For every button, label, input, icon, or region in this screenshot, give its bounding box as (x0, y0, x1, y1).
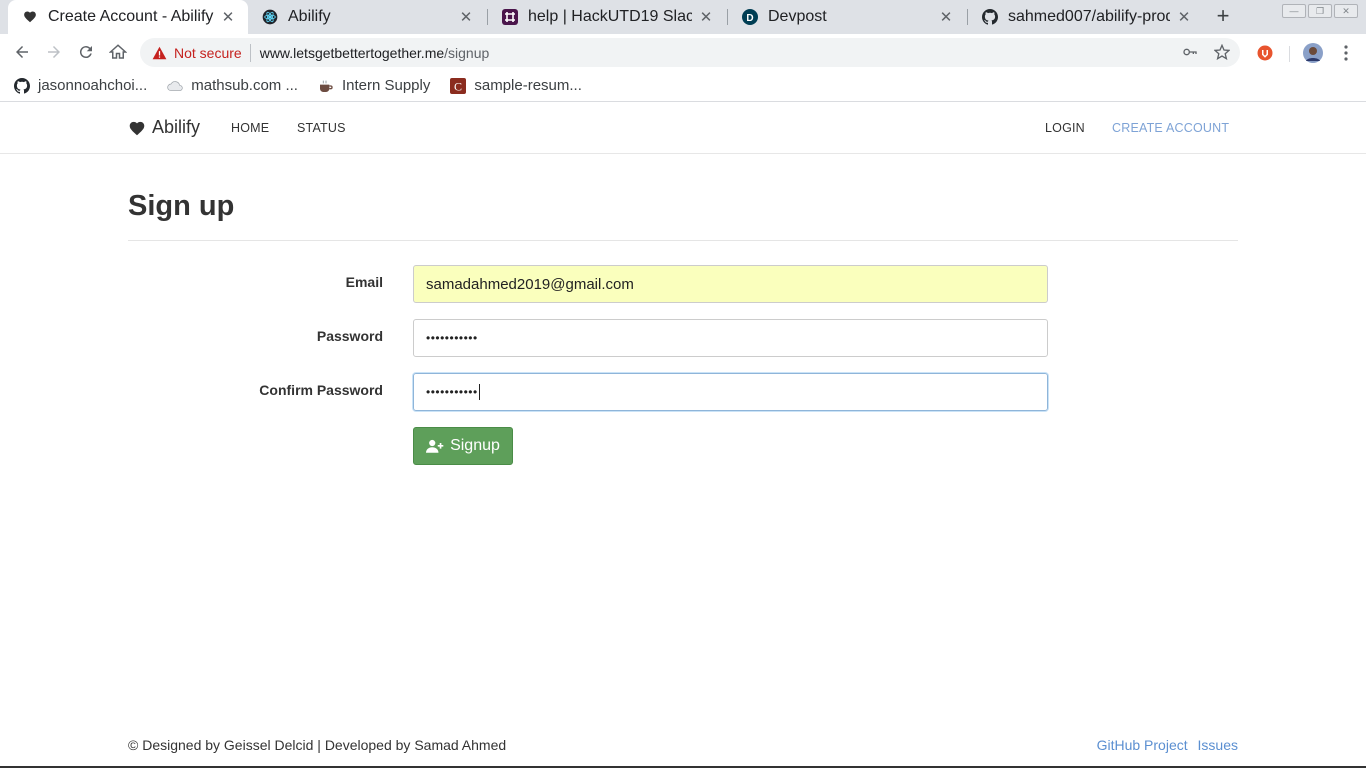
warning-icon (152, 45, 168, 61)
close-tab-icon[interactable]: ✕ (698, 8, 714, 26)
tab-slack[interactable]: help | HackUTD19 Slack ✕ (488, 0, 726, 34)
site-navbar: Abilify HOME STATUS LOGIN CREATE ACCOUNT (0, 103, 1366, 154)
confirm-password-field[interactable]: ••••••••••• (413, 373, 1048, 411)
devpost-favicon-icon: D (742, 9, 758, 25)
github-favicon-icon (982, 9, 998, 25)
user-plus-icon (426, 439, 444, 453)
heart-icon (129, 121, 145, 135)
email-field[interactable]: samadahmed2019@gmail.com (413, 265, 1048, 303)
text-caret (478, 384, 480, 400)
email-label: Email (345, 274, 383, 290)
forward-button[interactable] (43, 41, 65, 63)
signup-button[interactable]: Signup (413, 427, 513, 465)
nav-home-link[interactable]: HOME (231, 121, 269, 135)
close-tab-icon[interactable]: ✕ (1176, 8, 1192, 26)
c-logo-icon: C (450, 77, 467, 94)
reload-icon (79, 46, 92, 59)
new-tab-button[interactable]: + (1212, 5, 1234, 27)
title-divider (128, 240, 1238, 241)
bookmark-item[interactable]: mathsub.com ... (167, 77, 298, 94)
issues-link[interactable]: Issues (1198, 737, 1238, 753)
maximize-window-button[interactable]: ❐ (1308, 4, 1332, 18)
security-label[interactable]: Not secure (174, 45, 242, 61)
close-window-button[interactable]: ✕ (1334, 4, 1358, 18)
svg-text:D: D (746, 13, 753, 24)
password-label: Password (316, 328, 383, 344)
brand-name: Abilify (152, 117, 201, 137)
reload-button[interactable] (75, 41, 97, 63)
nav-status-link[interactable]: STATUS (297, 121, 346, 135)
home-icon (109, 44, 127, 59)
bookmark-star-icon[interactable] (1213, 43, 1231, 63)
close-tab-icon[interactable]: ✕ (220, 8, 236, 26)
brand-link[interactable]: Abilify (128, 117, 200, 138)
bookmark-item[interactable]: Intern Supply (318, 77, 430, 94)
address-bar[interactable]: Not secure www.letsgetbettertogether.me /… (140, 38, 1240, 67)
url-host: www.letsgetbettertogether.me (259, 44, 445, 61)
arrow-right-icon (48, 46, 60, 58)
svg-text:C: C (454, 79, 462, 93)
minimize-window-button[interactable]: — (1282, 4, 1306, 18)
close-tab-icon[interactable]: ✕ (458, 8, 474, 26)
nav-create-account-link[interactable]: CREATE ACCOUNT (1112, 121, 1229, 135)
github-project-link[interactable]: GitHub Project (1097, 737, 1188, 753)
footer-credits: © Designed by Geissel Delcid | Developed… (128, 737, 507, 753)
tab-create-account[interactable]: Create Account - Abilify ✕ (8, 0, 248, 34)
extension-icon[interactable] (1255, 43, 1275, 63)
url-path: /signup (444, 44, 490, 61)
coffee-icon (318, 78, 334, 94)
heart-favicon-icon (22, 9, 38, 25)
bookmark-item[interactable]: C sample-resum... (450, 77, 582, 94)
signup-button-label: Signup (450, 437, 500, 454)
bookmarks-bar: jasonnoahchoi... mathsub.com ... Intern … (0, 70, 1366, 102)
tab-abilify[interactable]: Abilify ✕ (248, 0, 486, 34)
back-button[interactable] (11, 41, 33, 63)
tab-github[interactable]: sahmed007/abilify-prod ✕ (968, 0, 1204, 34)
confirm-password-value: ••••••••••• (426, 385, 478, 399)
confirm-password-label: Confirm Password (259, 382, 383, 398)
bookmark-item[interactable]: jasonnoahchoi... (14, 77, 147, 94)
tab-devpost[interactable]: D Devpost ✕ (728, 0, 966, 34)
arrow-left-icon (16, 46, 28, 58)
nav-login-link[interactable]: LOGIN (1045, 121, 1085, 135)
footer: © Designed by Geissel Delcid | Developed… (128, 737, 1238, 753)
password-value: ••••••••••• (426, 331, 478, 345)
close-tab-icon[interactable]: ✕ (938, 8, 954, 26)
home-button[interactable] (107, 41, 129, 63)
browser-toolbar: Not secure www.letsgetbettertogether.me /… (0, 34, 1366, 70)
page-title: Sign up (128, 190, 235, 222)
github-icon (14, 77, 30, 94)
window-controls: — ❐ ✕ (1282, 4, 1358, 18)
key-icon[interactable] (1182, 44, 1198, 63)
email-value: samadahmed2019@gmail.com (426, 275, 634, 293)
menu-kebab-icon[interactable] (1336, 43, 1356, 63)
slack-favicon-icon (502, 9, 518, 25)
react-favicon-icon (262, 9, 278, 25)
profile-avatar[interactable] (1303, 43, 1323, 63)
tab-strip: Create Account - Abilify ✕ Abilify ✕ hel… (0, 0, 1366, 34)
cloud-icon (167, 78, 183, 94)
password-field[interactable]: ••••••••••• (413, 319, 1048, 357)
